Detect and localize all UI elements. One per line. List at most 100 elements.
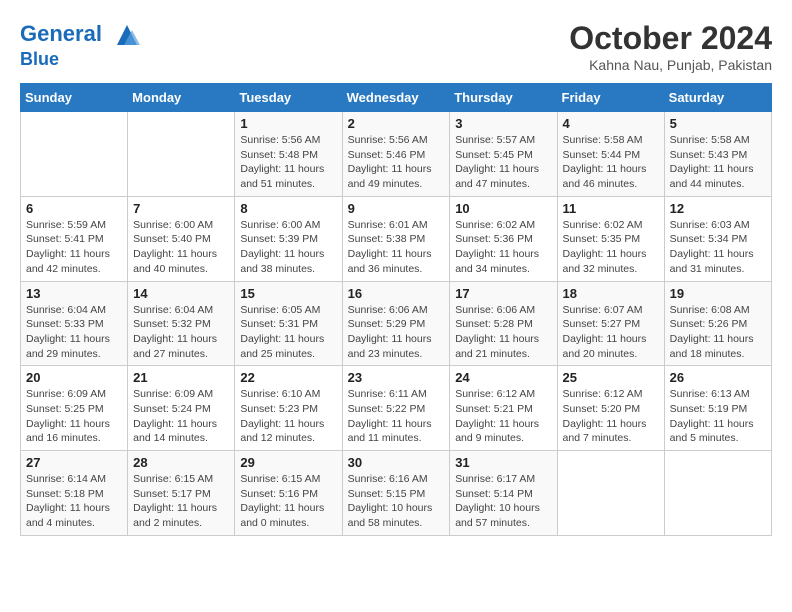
calendar-cell: 22 Sunrise: 6:10 AM Sunset: 5:23 PM Dayli…	[235, 366, 342, 451]
logo-icon	[112, 20, 142, 50]
calendar-cell: 2Sunrise: 5:56 AM Sunset: 5:46 PM Daylig…	[342, 112, 450, 197]
day-info: Sunrise: 6:14 AM Sunset: 5:18 PM Dayligh…	[26, 472, 122, 531]
calendar-cell: 6 Sunrise: 5:59 AM Sunset: 5:41 PM Daylig…	[21, 196, 128, 281]
day-number: 12	[670, 201, 766, 216]
day-info: Sunrise: 6:16 AM Sunset: 5:15 PM Dayligh…	[348, 472, 445, 531]
weekday-header-cell: Monday	[128, 84, 235, 112]
day-info: Sunrise: 6:09 AM Sunset: 5:25 PM Dayligh…	[26, 387, 122, 446]
calendar-cell: 23 Sunrise: 6:11 AM Sunset: 5:22 PM Dayli…	[342, 366, 450, 451]
calendar-cell: 5 Sunrise: 5:58 AM Sunset: 5:43 PM Daylig…	[664, 112, 771, 197]
day-number: 22	[240, 370, 336, 385]
day-info: Sunrise: 6:00 AM Sunset: 5:40 PM Dayligh…	[133, 218, 229, 277]
logo-blue: Blue	[20, 50, 142, 70]
day-info: Sunrise: 5:59 AM Sunset: 5:41 PM Dayligh…	[26, 218, 122, 277]
weekday-header-cell: Wednesday	[342, 84, 450, 112]
day-number: 3	[455, 116, 551, 131]
calendar-cell: 7 Sunrise: 6:00 AM Sunset: 5:40 PM Daylig…	[128, 196, 235, 281]
day-info: Sunrise: 6:02 AM Sunset: 5:35 PM Dayligh…	[563, 218, 659, 277]
calendar-cell: 17 Sunrise: 6:06 AM Sunset: 5:28 PM Dayli…	[450, 281, 557, 366]
calendar-cell: 18 Sunrise: 6:07 AM Sunset: 5:27 PM Dayli…	[557, 281, 664, 366]
day-info: Sunrise: 6:03 AM Sunset: 5:34 PM Dayligh…	[670, 218, 766, 277]
calendar-cell: 3 Sunrise: 5:57 AM Sunset: 5:45 PM Daylig…	[450, 112, 557, 197]
day-number: 10	[455, 201, 551, 216]
day-number: 17	[455, 286, 551, 301]
day-number: 29	[240, 455, 336, 470]
calendar-cell: 9 Sunrise: 6:01 AM Sunset: 5:38 PM Daylig…	[342, 196, 450, 281]
day-number: 4	[563, 116, 659, 131]
day-info: Sunrise: 6:17 AM Sunset: 5:14 PM Dayligh…	[455, 472, 551, 531]
day-number: 8	[240, 201, 336, 216]
calendar-cell: 14Sunrise: 6:04 AM Sunset: 5:32 PM Dayli…	[128, 281, 235, 366]
calendar-cell: 31 Sunrise: 6:17 AM Sunset: 5:14 PM Dayli…	[450, 451, 557, 536]
day-info: Sunrise: 6:02 AM Sunset: 5:36 PM Dayligh…	[455, 218, 551, 277]
month-title: October 2024	[569, 20, 772, 57]
calendar-cell: 4 Sunrise: 5:58 AM Sunset: 5:44 PM Daylig…	[557, 112, 664, 197]
calendar-cell: 16 Sunrise: 6:06 AM Sunset: 5:29 PM Dayli…	[342, 281, 450, 366]
day-info: Sunrise: 6:09 AM Sunset: 5:24 PM Dayligh…	[133, 387, 229, 446]
day-number: 24	[455, 370, 551, 385]
day-number: 6	[26, 201, 122, 216]
day-number: 13	[26, 286, 122, 301]
calendar-body: 1Sunrise: 5:56 AM Sunset: 5:48 PM Daylig…	[21, 112, 772, 536]
day-number: 23	[348, 370, 445, 385]
calendar-cell: 24 Sunrise: 6:12 AM Sunset: 5:21 PM Dayli…	[450, 366, 557, 451]
day-info: Sunrise: 6:01 AM Sunset: 5:38 PM Dayligh…	[348, 218, 445, 277]
calendar-cell: 12 Sunrise: 6:03 AM Sunset: 5:34 PM Dayli…	[664, 196, 771, 281]
calendar-cell: 10 Sunrise: 6:02 AM Sunset: 5:36 PM Dayli…	[450, 196, 557, 281]
day-info: Sunrise: 6:13 AM Sunset: 5:19 PM Dayligh…	[670, 387, 766, 446]
day-info: Sunrise: 6:00 AM Sunset: 5:39 PM Dayligh…	[240, 218, 336, 277]
calendar-cell: 27 Sunrise: 6:14 AM Sunset: 5:18 PM Dayli…	[21, 451, 128, 536]
logo-text: General	[20, 20, 142, 50]
calendar-cell: 13 Sunrise: 6:04 AM Sunset: 5:33 PM Dayli…	[21, 281, 128, 366]
day-info: Sunrise: 5:58 AM Sunset: 5:43 PM Dayligh…	[670, 133, 766, 192]
calendar-week-row: 20Sunrise: 6:09 AM Sunset: 5:25 PM Dayli…	[21, 366, 772, 451]
day-number: 16	[348, 286, 445, 301]
day-info: Sunrise: 6:04 AM Sunset: 5:32 PM Dayligh…	[133, 303, 229, 362]
logo-general: General	[20, 21, 102, 46]
calendar-cell	[664, 451, 771, 536]
title-block: October 2024 Kahna Nau, Punjab, Pakistan	[569, 20, 772, 73]
day-number: 1	[240, 116, 336, 131]
day-info: Sunrise: 6:15 AM Sunset: 5:16 PM Dayligh…	[240, 472, 336, 531]
day-number: 18	[563, 286, 659, 301]
calendar-cell: 8 Sunrise: 6:00 AM Sunset: 5:39 PM Daylig…	[235, 196, 342, 281]
calendar-cell: 11Sunrise: 6:02 AM Sunset: 5:35 PM Dayli…	[557, 196, 664, 281]
weekday-header-row: SundayMondayTuesdayWednesdayThursdayFrid…	[21, 84, 772, 112]
calendar-cell: 25 Sunrise: 6:12 AM Sunset: 5:20 PM Dayli…	[557, 366, 664, 451]
day-info: Sunrise: 6:07 AM Sunset: 5:27 PM Dayligh…	[563, 303, 659, 362]
day-info: Sunrise: 6:10 AM Sunset: 5:23 PM Dayligh…	[240, 387, 336, 446]
calendar-cell: 29 Sunrise: 6:15 AM Sunset: 5:16 PM Dayli…	[235, 451, 342, 536]
day-info: Sunrise: 5:57 AM Sunset: 5:45 PM Dayligh…	[455, 133, 551, 192]
day-number: 31	[455, 455, 551, 470]
logo: General Blue	[20, 20, 142, 70]
calendar-cell	[21, 112, 128, 197]
day-number: 9	[348, 201, 445, 216]
calendar-cell: 26Sunrise: 6:13 AM Sunset: 5:19 PM Dayli…	[664, 366, 771, 451]
day-number: 5	[670, 116, 766, 131]
calendar-cell: 30 Sunrise: 6:16 AM Sunset: 5:15 PM Dayli…	[342, 451, 450, 536]
page-header: General Blue October 2024 Kahna Nau, Pun…	[20, 20, 772, 73]
calendar-table: SundayMondayTuesdayWednesdayThursdayFrid…	[20, 83, 772, 536]
day-info: Sunrise: 5:58 AM Sunset: 5:44 PM Dayligh…	[563, 133, 659, 192]
weekday-header-cell: Sunday	[21, 84, 128, 112]
day-info: Sunrise: 6:12 AM Sunset: 5:21 PM Dayligh…	[455, 387, 551, 446]
calendar-week-row: 13 Sunrise: 6:04 AM Sunset: 5:33 PM Dayli…	[21, 281, 772, 366]
day-info: Sunrise: 6:12 AM Sunset: 5:20 PM Dayligh…	[563, 387, 659, 446]
day-number: 21	[133, 370, 229, 385]
calendar-cell	[557, 451, 664, 536]
day-number: 27	[26, 455, 122, 470]
day-info: Sunrise: 6:11 AM Sunset: 5:22 PM Dayligh…	[348, 387, 445, 446]
calendar-cell: 19 Sunrise: 6:08 AM Sunset: 5:26 PM Dayli…	[664, 281, 771, 366]
day-info: Sunrise: 6:08 AM Sunset: 5:26 PM Dayligh…	[670, 303, 766, 362]
day-number: 25	[563, 370, 659, 385]
calendar-cell: 21 Sunrise: 6:09 AM Sunset: 5:24 PM Dayli…	[128, 366, 235, 451]
day-number: 7	[133, 201, 229, 216]
day-info: Sunrise: 6:06 AM Sunset: 5:28 PM Dayligh…	[455, 303, 551, 362]
day-info: Sunrise: 6:04 AM Sunset: 5:33 PM Dayligh…	[26, 303, 122, 362]
day-info: Sunrise: 6:05 AM Sunset: 5:31 PM Dayligh…	[240, 303, 336, 362]
weekday-header-cell: Thursday	[450, 84, 557, 112]
day-number: 19	[670, 286, 766, 301]
calendar-week-row: 6 Sunrise: 5:59 AM Sunset: 5:41 PM Daylig…	[21, 196, 772, 281]
day-number: 30	[348, 455, 445, 470]
day-info: Sunrise: 6:06 AM Sunset: 5:29 PM Dayligh…	[348, 303, 445, 362]
